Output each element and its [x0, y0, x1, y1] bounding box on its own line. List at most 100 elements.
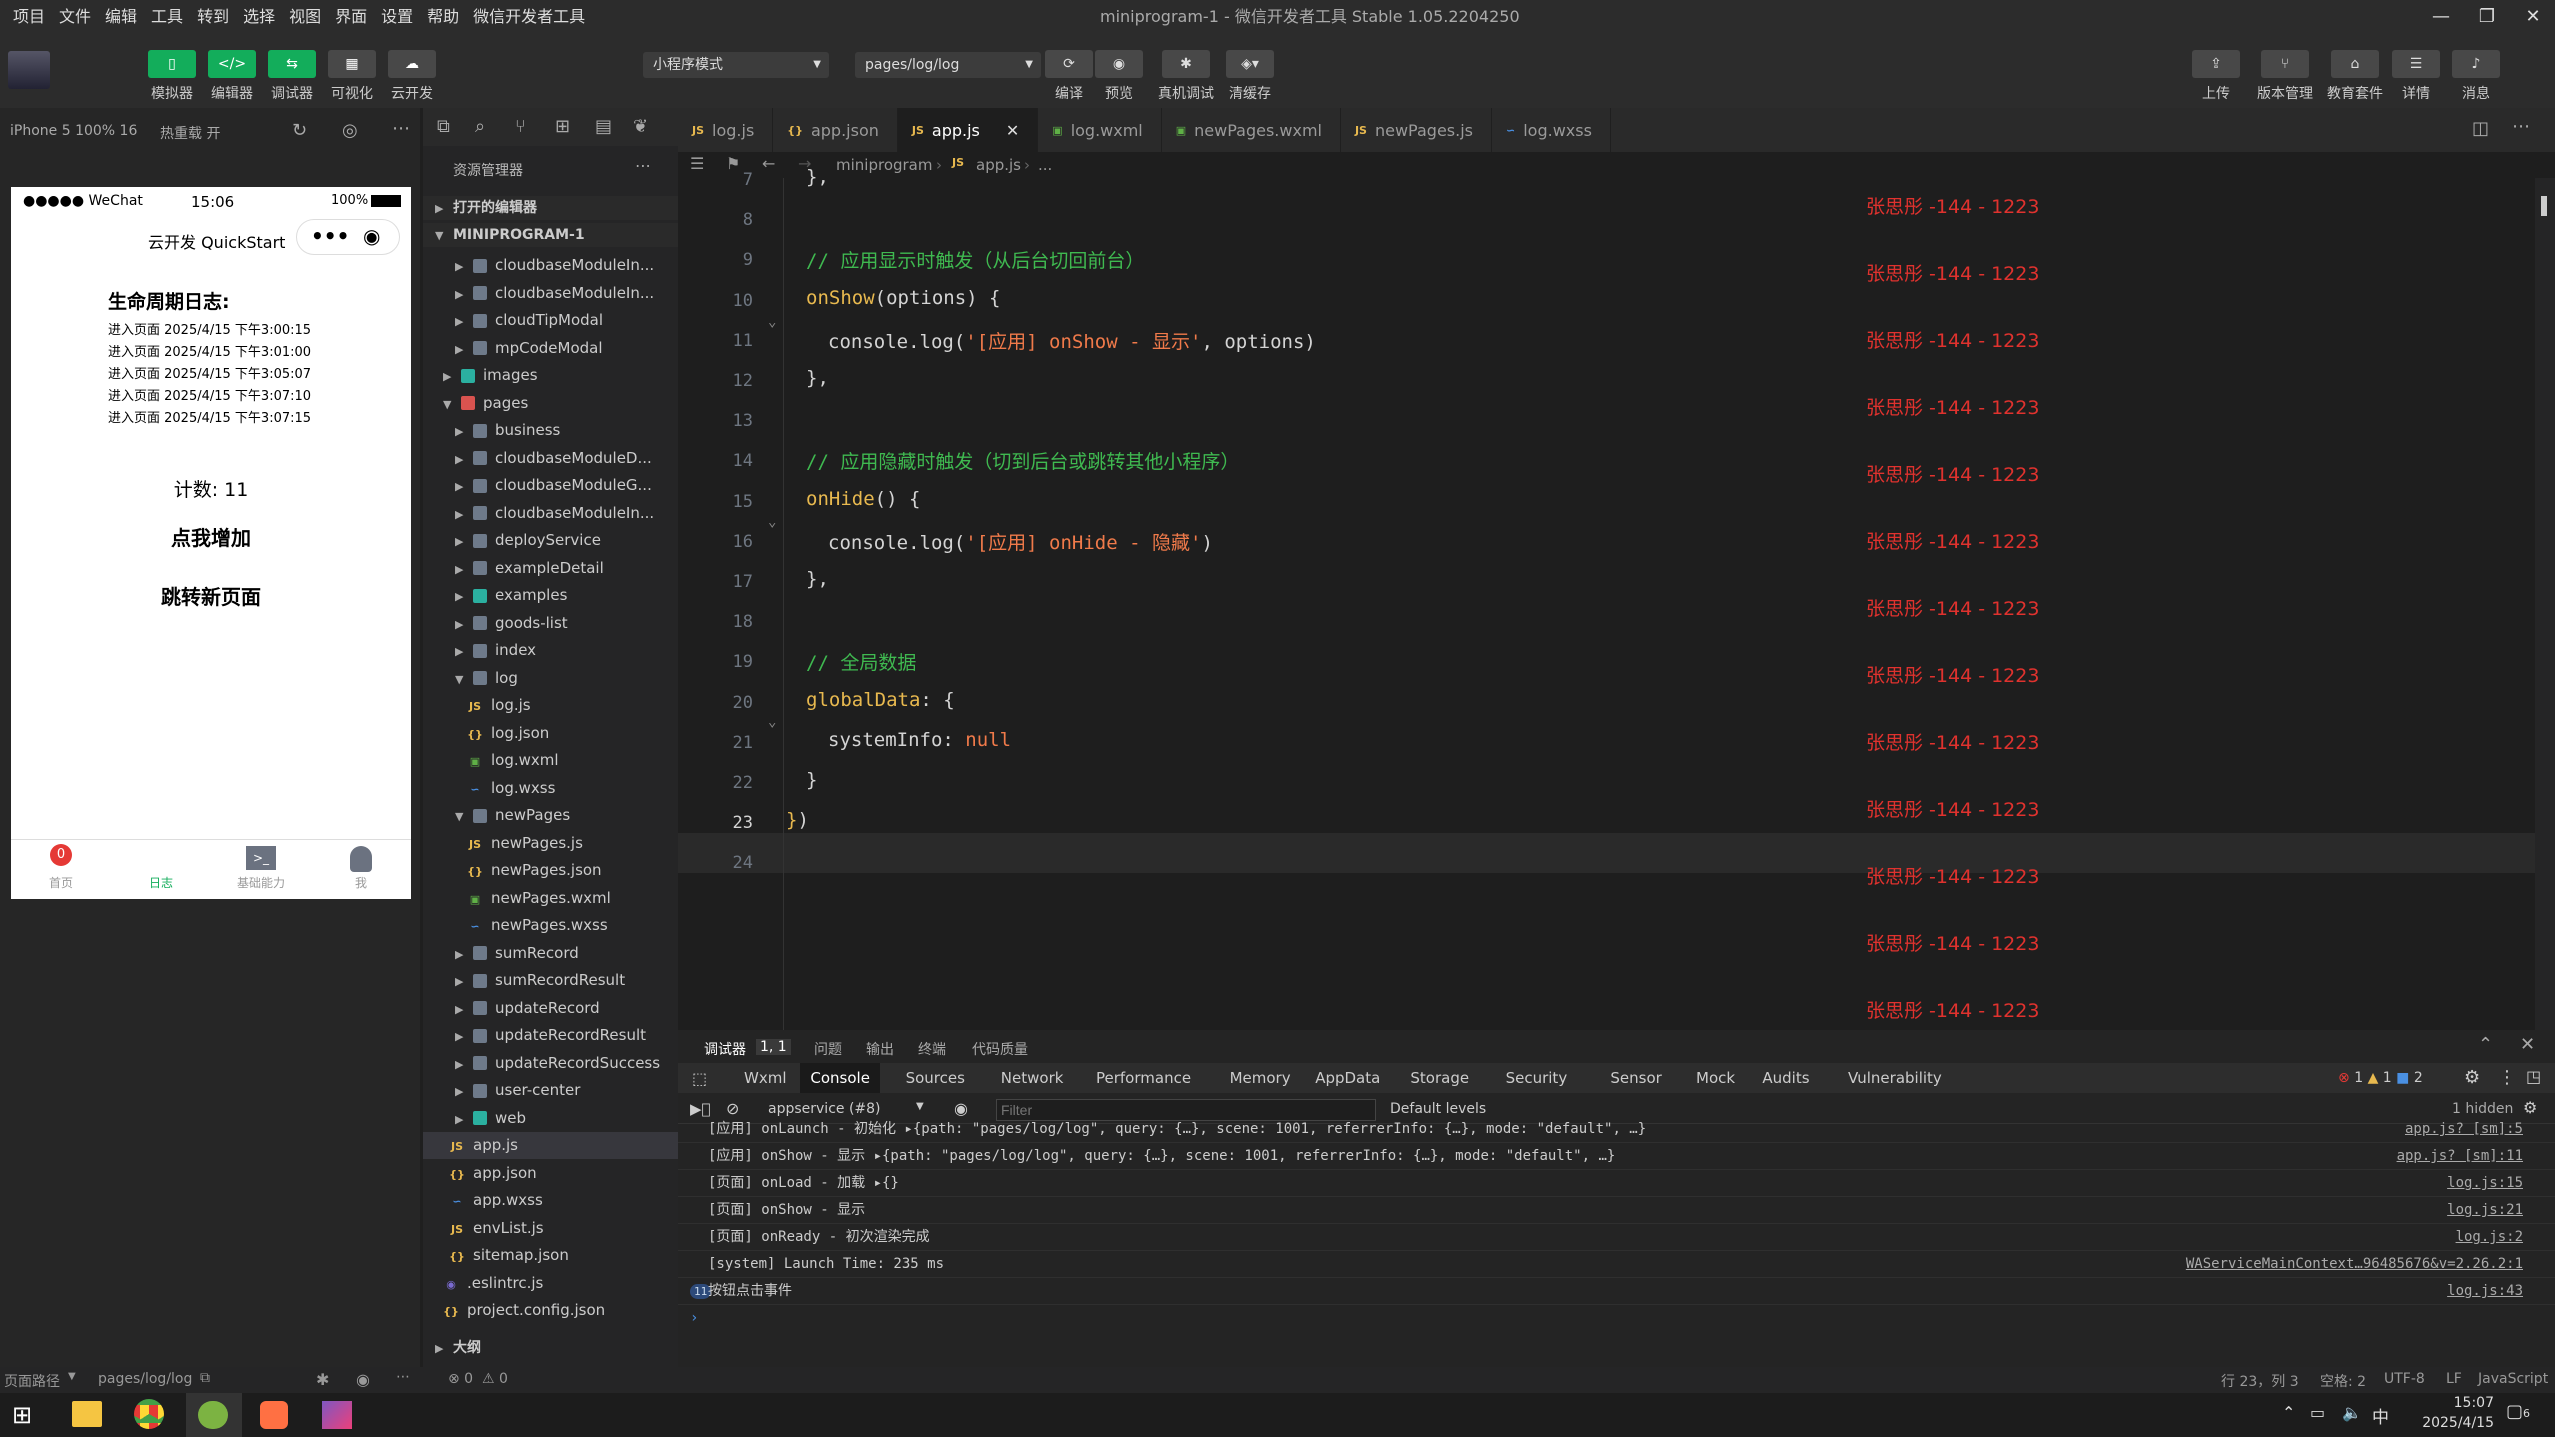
- panel-tab-problems[interactable]: 问题: [814, 1039, 842, 1059]
- menu-item[interactable]: 编辑: [98, 0, 144, 33]
- more-icon[interactable]: ⋯: [392, 118, 410, 139]
- version-button[interactable]: ⑂ 版本管理: [2257, 50, 2313, 103]
- folder-item[interactable]: ▶ cloudbaseModuleG...: [423, 472, 678, 499]
- folder-item[interactable]: ▶ cloudbaseModuleIn...: [423, 500, 678, 527]
- source-link[interactable]: WAServiceMainContext…96485676&v=2.26.2:1: [2186, 1251, 2523, 1278]
- more-icon[interactable]: •••: [311, 224, 349, 248]
- wechat-devtools-icon[interactable]: [198, 1401, 228, 1429]
- devtools-tab-sources[interactable]: Sources: [906, 1063, 965, 1093]
- file-item[interactable]: {} project.config.json: [423, 1297, 678, 1324]
- add-button[interactable]: 点我增加: [11, 522, 411, 551]
- folder-item[interactable]: ▼ log: [423, 665, 678, 692]
- dock-icon[interactable]: ◳: [2526, 1067, 2541, 1086]
- close-icon[interactable]: ✕: [2520, 1034, 2535, 1055]
- encoding[interactable]: UTF-8: [2384, 1371, 2425, 1387]
- file-item[interactable]: ∽ log.wxss: [423, 775, 678, 802]
- folder-item[interactable]: ▶ images: [423, 362, 678, 389]
- console-prompt[interactable]: ›: [678, 1305, 2555, 1332]
- real-device-debug-button[interactable]: ✱ 真机调试: [1158, 50, 1214, 103]
- file-item[interactable]: JS newPages.js: [423, 830, 678, 857]
- close-icon[interactable]: ✕: [1006, 121, 1019, 140]
- folder-item[interactable]: ▶ deployService: [423, 527, 678, 554]
- folder-item[interactable]: ▶ index: [423, 637, 678, 664]
- tab-home[interactable]: 0 首页: [11, 840, 111, 891]
- restore-icon[interactable]: ❐: [2464, 0, 2510, 33]
- more-icon[interactable]: ⋯: [396, 1369, 410, 1385]
- tab-app-js[interactable]: JS app.js ✕: [897, 108, 1039, 152]
- file-item[interactable]: {} app.json: [423, 1160, 678, 1187]
- ime-indicator[interactable]: 中: [2372, 1403, 2389, 1428]
- panel-tab-output[interactable]: 输出: [866, 1039, 894, 1059]
- back-icon[interactable]: ←: [762, 154, 775, 173]
- menu-item[interactable]: 项目: [6, 0, 52, 33]
- tab-log-wxss[interactable]: ∽ log.wxss: [1492, 108, 1611, 152]
- menu-item[interactable]: 转到: [190, 0, 236, 33]
- panel-tab-quality[interactable]: 代码质量: [972, 1039, 1028, 1059]
- editor-button[interactable]: </> 编辑器: [208, 50, 256, 103]
- devtools-tab-sensor[interactable]: Sensor: [1610, 1063, 1661, 1093]
- tab-log-js[interactable]: JS log.js: [678, 108, 774, 152]
- issue-counts[interactable]: ⊗ 1 ▲ 1 ■ 2: [2338, 1063, 2423, 1093]
- file-item[interactable]: ▣ log.wxml: [423, 747, 678, 774]
- source-link[interactable]: app.js? [sm]:11: [2397, 1143, 2523, 1170]
- file-item[interactable]: JS envList.js: [423, 1215, 678, 1242]
- tab-app-json[interactable]: {} app.json: [773, 108, 898, 152]
- outline-header[interactable]: ▶ 大纲: [423, 1335, 678, 1361]
- scroll-thumb[interactable]: [2541, 196, 2547, 216]
- folder-item[interactable]: ▶ updateRecordSuccess: [423, 1050, 678, 1077]
- source-link[interactable]: log.js:15: [2447, 1170, 2523, 1197]
- folder-item[interactable]: ▶ sumRecordResult: [423, 967, 678, 994]
- menu-item[interactable]: 视图: [282, 0, 328, 33]
- source-link[interactable]: log.js:21: [2447, 1197, 2523, 1224]
- close-icon[interactable]: ✕: [2510, 0, 2555, 33]
- eye-icon[interactable]: ◉: [356, 1370, 370, 1389]
- language-mode[interactable]: JavaScript: [2478, 1371, 2548, 1387]
- devtools-tab-vulnerability[interactable]: Vulnerability: [1848, 1063, 1942, 1093]
- gear-icon[interactable]: ⚙: [2523, 1098, 2537, 1117]
- source-link[interactable]: app.js? [sm]:5: [2405, 1116, 2523, 1143]
- menu-item[interactable]: 工具: [144, 0, 190, 33]
- file-item[interactable]: ∽ newPages.wxss: [423, 912, 678, 939]
- devtools-tab-storage[interactable]: Storage: [1410, 1063, 1469, 1093]
- folder-item[interactable]: ▼ newPages: [423, 802, 678, 829]
- page-select[interactable]: pages/log/log ▼: [855, 52, 1041, 78]
- page-path-label[interactable]: 页面路径: [4, 1371, 60, 1391]
- folder-item[interactable]: ▶ cloudbaseModuleD...: [423, 445, 678, 472]
- fold-icon[interactable]: ⌄: [768, 714, 776, 730]
- folder-item[interactable]: ▶ goods-list: [423, 610, 678, 637]
- devtools-tab-mock[interactable]: Mock: [1696, 1063, 1735, 1093]
- more-icon[interactable]: ⋮: [2498, 1067, 2516, 1088]
- split-editor-icon[interactable]: ◫: [2472, 118, 2489, 139]
- file-item[interactable]: JS log.js: [423, 692, 678, 719]
- devtools-tab-audits[interactable]: Audits: [1762, 1063, 1809, 1093]
- folder-item[interactable]: ▼ pages: [423, 390, 678, 417]
- chevron-up-icon[interactable]: ⌃: [2478, 1034, 2493, 1055]
- device-select[interactable]: iPhone 5 100% 16: [10, 123, 137, 139]
- gear-icon[interactable]: ⚙: [2464, 1067, 2480, 1088]
- preview-button[interactable]: ◉ 预览: [1095, 50, 1143, 103]
- folder-item[interactable]: ▶ exampleDetail: [423, 555, 678, 582]
- file-item[interactable]: {} newPages.json: [423, 857, 678, 884]
- breadcrumb-item[interactable]: app.js: [976, 156, 1021, 174]
- panel-tab-debugger[interactable]: 调试器: [704, 1039, 746, 1059]
- devtools-tab-network[interactable]: Network: [1001, 1063, 1064, 1093]
- jump-button[interactable]: 跳转新页面: [11, 581, 411, 610]
- app-icon[interactable]: [322, 1401, 352, 1429]
- file-item[interactable]: ∽ app.wxss: [423, 1187, 678, 1214]
- line-ending[interactable]: LF: [2446, 1371, 2462, 1387]
- upload-button[interactable]: ⇪ 上传: [2192, 50, 2240, 103]
- devtools-tab-console[interactable]: Console: [800, 1063, 880, 1093]
- menu-item[interactable]: 微信开发者工具: [466, 0, 592, 33]
- stop-icon[interactable]: ◎: [342, 120, 358, 141]
- file-item[interactable]: ▣ newPages.wxml: [423, 885, 678, 912]
- error-count[interactable]: ⊗ 0: [448, 1371, 473, 1387]
- close-circle-icon[interactable]: ◉: [363, 224, 380, 248]
- indentation[interactable]: 空格: 2: [2320, 1371, 2366, 1391]
- scrollbar[interactable]: [2535, 178, 2555, 1030]
- clock-time[interactable]: 15:07: [2418, 1395, 2494, 1411]
- folder-item[interactable]: ▶ web: [423, 1105, 678, 1132]
- more-icon[interactable]: ⋯: [2512, 116, 2530, 137]
- inspect-icon[interactable]: ⬚: [692, 1069, 707, 1088]
- devtools-tab-appdata[interactable]: AppData: [1315, 1063, 1380, 1093]
- folder-item[interactable]: ▶ business: [423, 417, 678, 444]
